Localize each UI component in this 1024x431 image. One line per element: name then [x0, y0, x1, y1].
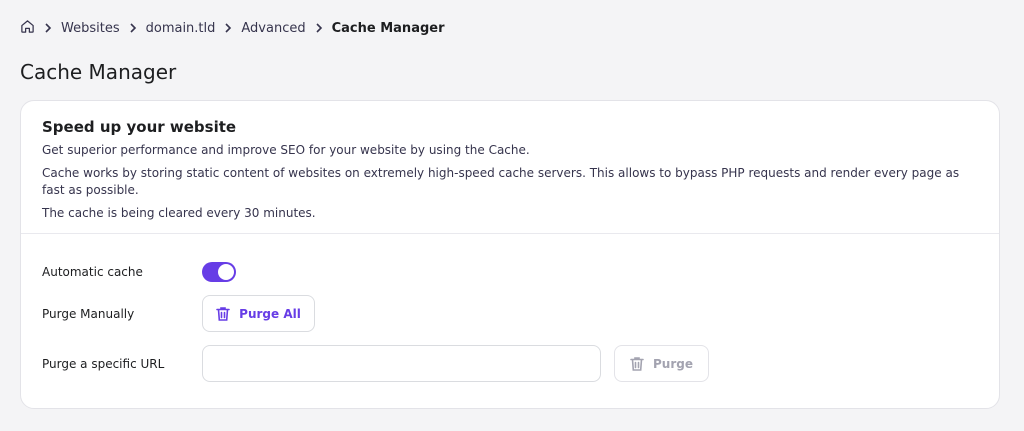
chevron-right-icon: [44, 23, 52, 33]
breadcrumb-home[interactable]: [20, 19, 35, 38]
trash-icon: [630, 356, 644, 372]
breadcrumb-advanced[interactable]: Advanced: [241, 21, 305, 36]
breadcrumb-websites[interactable]: Websites: [61, 21, 120, 36]
purge-label: Purge: [653, 356, 693, 371]
breadcrumb-current: Cache Manager: [331, 20, 445, 36]
automatic-cache-toggle[interactable]: [202, 262, 236, 282]
automatic-cache-label: Automatic cache: [42, 265, 143, 279]
purge-url-row: Purge a specific URL Purge: [42, 345, 709, 382]
trash-icon: [216, 306, 230, 322]
card-title: Speed up your website: [42, 118, 237, 136]
card-description: Get superior performance and improve SEO…: [42, 143, 530, 157]
toggle-knob: [218, 264, 234, 280]
card-description: The cache is being cleared every 30 minu…: [42, 206, 316, 220]
purge-all-button[interactable]: Purge All: [202, 295, 315, 332]
purge-url-input[interactable]: [202, 345, 601, 382]
purge-button[interactable]: Purge: [614, 345, 709, 382]
automatic-cache-row: Automatic cache: [42, 262, 236, 282]
chevron-right-icon: [315, 23, 323, 33]
purge-all-label: Purge All: [239, 306, 301, 321]
purge-url-label: Purge a specific URL: [42, 356, 165, 371]
chevron-right-icon: [224, 23, 232, 33]
card-header: Speed up your website Get superior perfo…: [21, 101, 999, 234]
card-description: Cache works by storing static content of…: [42, 166, 960, 197]
purge-manually-row: Purge Manually Purge All: [42, 295, 315, 332]
chevron-right-icon: [129, 23, 137, 33]
cache-card: Speed up your website Get superior perfo…: [20, 100, 1000, 409]
page-title: Cache Manager: [20, 60, 177, 84]
purge-manually-label: Purge Manually: [42, 306, 135, 321]
home-icon: [20, 19, 35, 38]
breadcrumb-domain[interactable]: domain.tld: [146, 21, 216, 36]
breadcrumb: Websites domain.tld Advanced Cache Manag…: [20, 19, 445, 37]
